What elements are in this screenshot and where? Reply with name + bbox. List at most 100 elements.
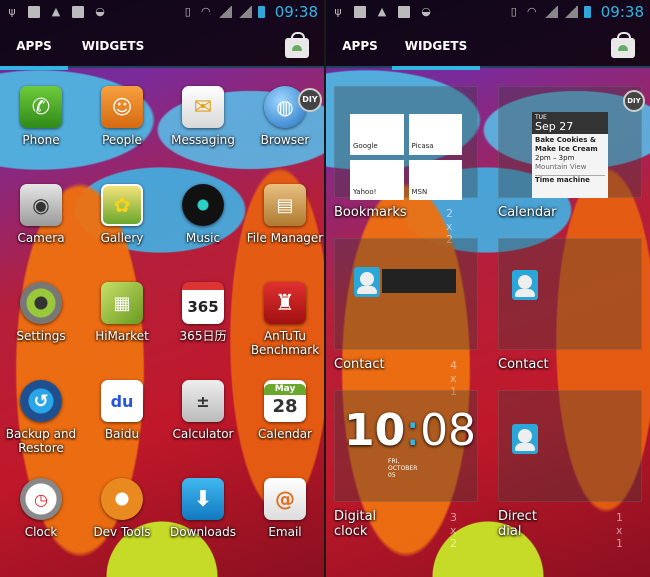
app-label: People — [102, 133, 142, 147]
settings-icon — [20, 282, 62, 324]
status-bar: ψ ▲ ◒ ▯ ◠ 09:38 — [326, 0, 650, 24]
app-label: Camera — [17, 231, 65, 245]
calendar-day: 28 — [272, 395, 298, 417]
app-label: Music — [185, 231, 221, 245]
contact-icon — [512, 270, 538, 300]
play-store-button[interactable] — [608, 30, 638, 60]
app-label: Gallery — [100, 231, 144, 245]
app-email[interactable]: @ Email — [245, 478, 324, 539]
music-icon — [182, 184, 224, 226]
baidu-icon: du — [101, 380, 143, 422]
downloads-icon: ⬇ — [182, 478, 224, 520]
app-label: Calendar — [258, 427, 312, 441]
contact-icon — [354, 267, 380, 297]
clock-icon: ◷ — [20, 478, 62, 520]
gallery-icon: ✿ — [101, 184, 143, 226]
app-backup[interactable]: ↺ Backup and Restore — [1, 380, 81, 455]
app-gallery[interactable]: ✿ Gallery — [82, 184, 162, 245]
usb-icon: ψ — [8, 5, 16, 18]
app-downloads[interactable]: ⬇ Downloads — [163, 478, 243, 539]
app-label: Browser — [260, 133, 310, 147]
app-file-manager[interactable]: ▤ File Manager — [245, 184, 324, 245]
screenshot-icon — [28, 6, 40, 18]
clock-hours: 10 — [344, 405, 406, 456]
widget-label: Bookmarks — [334, 205, 407, 220]
app-phone[interactable]: ✆ Phone — [1, 86, 81, 147]
app-label: Downloads — [170, 525, 236, 539]
widget-label: Calendar — [498, 205, 557, 220]
app-label: AnTuTu Benchmark — [250, 329, 320, 357]
app-baidu[interactable]: du Baidu — [82, 380, 162, 441]
calendar-widget-preview: TUE Sep 27 Bake Cookies & Make Ice Cream… — [532, 112, 608, 198]
wifi-icon: ◠ — [526, 5, 537, 18]
shopping-bag-icon — [611, 32, 635, 58]
digital-clock-preview: 10:08 — [344, 408, 476, 454]
calendar-date: Sep 27 — [535, 120, 574, 133]
app-label: File Manager — [246, 231, 324, 245]
status-clock: 09:38 — [274, 3, 318, 21]
tab-apps[interactable]: APPS — [326, 24, 394, 68]
app-music[interactable]: Music — [163, 184, 243, 245]
widget-dims: 3 x 2 — [450, 511, 457, 550]
diy-badge[interactable]: DIY — [623, 90, 645, 112]
app-label: Messaging — [171, 133, 235, 147]
warning-icon: ▲ — [51, 5, 61, 18]
signal-2-icon — [237, 6, 252, 18]
messaging-icon: ✉ — [182, 86, 224, 128]
android-debug-icon: ◒ — [95, 5, 105, 18]
calendar-event: Bake Cookies & Make Ice Cream 2pm – 3pm … — [532, 134, 608, 187]
bookmark-thumb: Google — [350, 114, 404, 155]
signal-icon — [217, 6, 232, 18]
app-label: Dev Tools — [93, 525, 151, 539]
app-himarket[interactable]: ▦ HiMarket — [82, 282, 162, 343]
diy-badge[interactable]: DIY — [298, 88, 322, 112]
play-store-button[interactable] — [282, 30, 312, 60]
app-antutu[interactable]: ♜ AnTuTu Benchmark — [245, 282, 324, 357]
app-label: Phone — [22, 133, 60, 147]
apps-screen: ψ ▲ ◒ ▯ ◠ 09:38 APPS WIDGETS ✆ Phone ☺ P… — [0, 0, 324, 577]
calendar-icon: May 28 — [264, 380, 306, 422]
app-clock[interactable]: ◷ Clock — [1, 478, 81, 539]
tab-widgets[interactable]: WIDGETS — [78, 24, 148, 68]
app-label: Baidu — [104, 427, 140, 441]
app-camera[interactable]: ◉ Camera — [1, 184, 81, 245]
vibrate-icon: ▯ — [184, 5, 191, 18]
widget-dims: 1 x 1 — [616, 511, 623, 550]
app-label: Clock — [24, 525, 58, 539]
calendar-month: May — [264, 383, 306, 395]
app-label: Backup and Restore — [5, 427, 77, 455]
app-label: HiMarket — [95, 329, 149, 343]
calendar365-icon: 365 — [182, 282, 224, 324]
phone-icon: ✆ — [20, 86, 62, 128]
camera-icon: ◉ — [20, 184, 62, 226]
usb-icon: ψ — [334, 5, 342, 18]
tab-bar: APPS WIDGETS — [326, 24, 650, 70]
app-settings[interactable]: Settings — [1, 282, 81, 343]
event-time: 2pm – 3pm — [535, 154, 575, 162]
battery-icon — [257, 6, 265, 18]
shopping-bag-icon — [285, 32, 309, 58]
widget-label: Direct dial — [498, 509, 537, 539]
status-clock: 09:38 — [600, 3, 644, 21]
people-icon: ☺ — [101, 86, 143, 128]
tab-bar: APPS WIDGETS — [0, 24, 324, 70]
tab-widgets[interactable]: WIDGETS — [392, 24, 480, 70]
backup-icon: ↺ — [20, 380, 62, 422]
bookmarks-preview: Google Picasa Yahoo! MSN — [350, 114, 462, 200]
app-dev-tools[interactable]: Dev Tools — [82, 478, 162, 539]
android-debug-icon: ◒ — [421, 5, 431, 18]
app-365[interactable]: 365 365日历 — [163, 282, 243, 343]
tab-apps[interactable]: APPS — [0, 24, 68, 70]
app-label: Settings — [16, 329, 66, 343]
widget-label: Contact — [498, 357, 549, 372]
clock-date: FRI, OCTOBER 05 — [388, 458, 418, 479]
app-calendar[interactable]: May 28 Calendar — [245, 380, 324, 441]
antutu-icon: ♜ — [264, 282, 306, 324]
app-people[interactable]: ☺ People — [82, 86, 162, 147]
app-label: Email — [268, 525, 302, 539]
app-messaging[interactable]: ✉ Messaging — [163, 86, 243, 147]
clock-colon: : — [405, 405, 421, 456]
dev-tools-icon — [101, 478, 143, 520]
sd-card-icon — [72, 6, 84, 18]
app-calculator[interactable]: ± Calculator — [163, 380, 243, 441]
